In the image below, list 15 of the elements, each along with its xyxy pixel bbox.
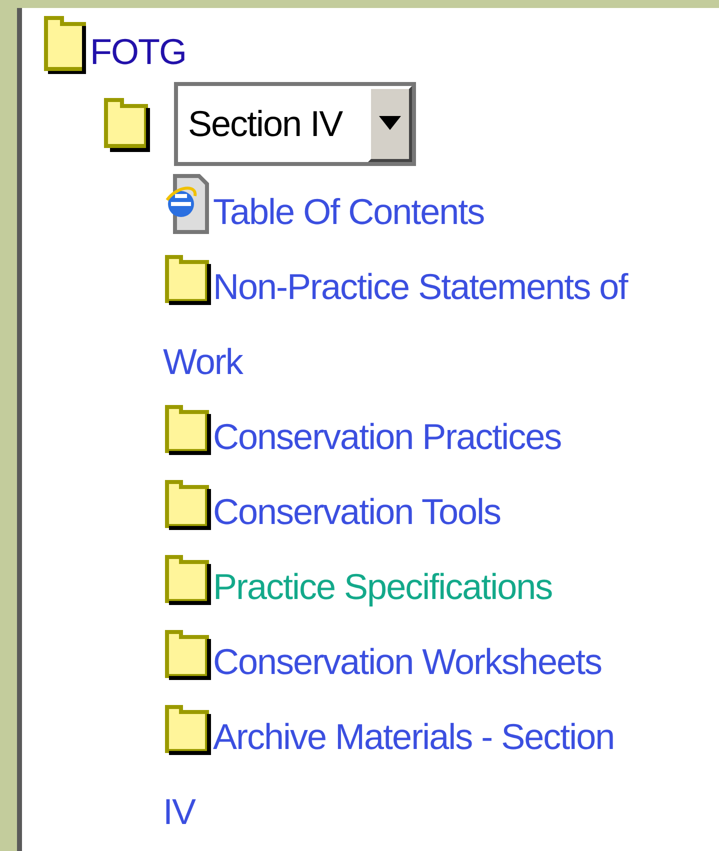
folder-icon (163, 403, 213, 455)
tree-link[interactable]: FOTG (90, 32, 186, 74)
folder-icon (163, 478, 213, 530)
tree-link[interactable]: Conservation Worksheets (163, 624, 645, 699)
tree-link[interactable]: Archive Materials - Section IV (163, 699, 645, 849)
tree-link[interactable]: Conservation Practices (163, 399, 645, 474)
folder-icon (163, 553, 213, 605)
folder-icon (163, 628, 213, 680)
section-dropdown[interactable]: Section IV (174, 82, 416, 166)
folder-icon (163, 703, 213, 755)
folder-icon (163, 253, 213, 305)
tree-link[interactable]: Conservation Tools (163, 474, 645, 549)
tree-link[interactable]: Non-Practice Statements of Work (163, 249, 645, 399)
folder-icon (102, 96, 152, 152)
tree-link[interactable]: Table Of Contents (163, 174, 645, 249)
